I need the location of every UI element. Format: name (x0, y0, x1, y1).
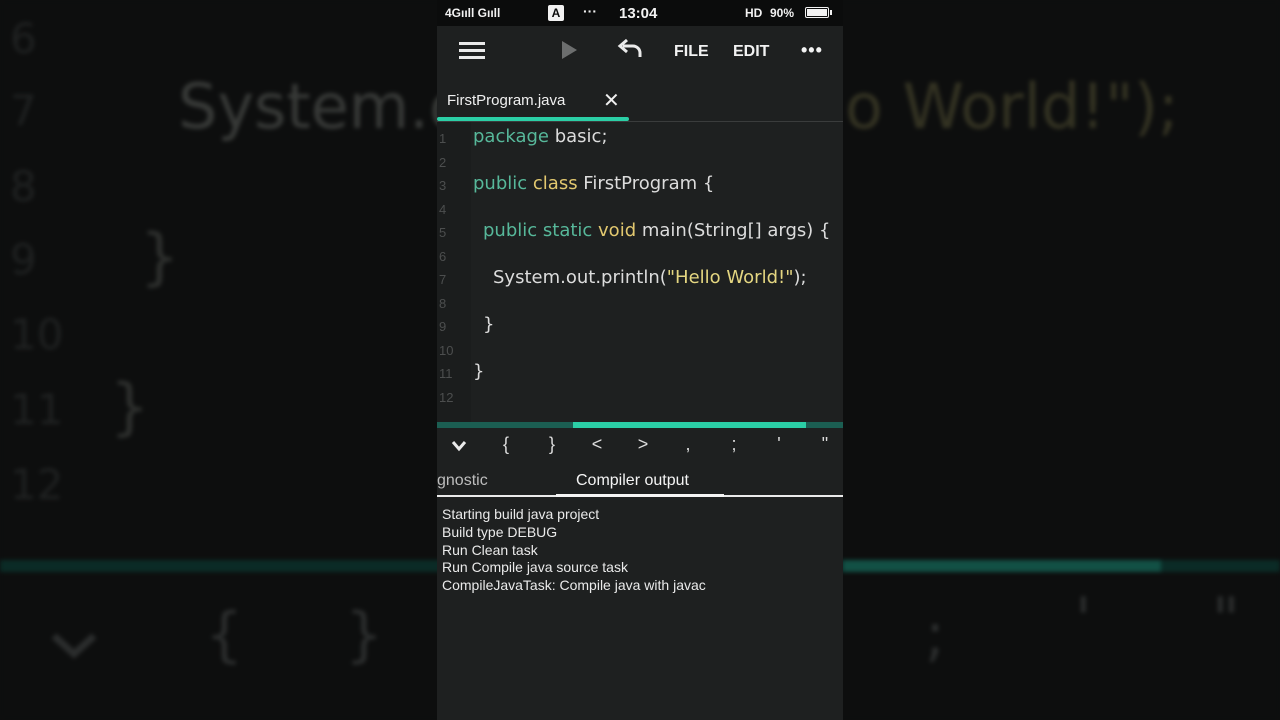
line-number: 2 (439, 155, 447, 170)
output-line: Run Clean task (442, 542, 538, 558)
close-tab-icon[interactable]: ✕ (603, 88, 620, 113)
symbol-bar: { } < > , ; ' " (437, 428, 843, 464)
line-number: 12 (439, 390, 454, 405)
line-number: 4 (439, 202, 447, 217)
symbol-key[interactable]: { (491, 434, 521, 455)
play-icon[interactable] (562, 41, 577, 59)
clock: 13:04 (619, 5, 658, 22)
compiler-output-panel: Starting build java project Build type D… (437, 497, 843, 720)
output-line: Run Compile java source task (442, 559, 628, 575)
output-line: Starting build java project (442, 506, 600, 522)
app-notification-icon: A (548, 5, 564, 21)
battery-percent: 90% (770, 6, 795, 20)
line-number: 8 (439, 296, 447, 311)
hd-indicator: HD (745, 6, 763, 20)
output-line: Build type DEBUG (442, 524, 558, 540)
code-line: } (473, 361, 485, 382)
symbol-key[interactable]: > (628, 434, 658, 455)
code-line: public class FirstProgram { (473, 173, 715, 194)
line-number: 3 (439, 178, 447, 193)
line-number: 6 (439, 249, 447, 264)
tab-diagnostic[interactable]: gnostic (437, 472, 488, 490)
code-line: } (483, 314, 495, 335)
edit-menu-button[interactable]: EDIT (733, 43, 769, 61)
line-number: 7 (439, 272, 447, 287)
symbol-key[interactable]: ; (719, 434, 749, 455)
phone-screen: 4Gııll Gııll A ··· 13:04 HD 90% FILE EDI… (437, 0, 843, 720)
code-editor[interactable]: 1 package basic; 2 3 public class FirstP… (437, 122, 843, 422)
chevron-down-icon[interactable] (451, 439, 467, 452)
code-line: System.out.println("Hello World!"); (493, 267, 807, 288)
output-tabs: gnostic Compiler output (437, 464, 843, 497)
line-number: 5 (439, 225, 447, 240)
symbol-key[interactable]: } (537, 434, 567, 455)
file-tab-bar: FirstProgram.java ✕ (437, 76, 843, 122)
undo-icon[interactable] (615, 37, 645, 65)
signal-indicator: 4Gııll Gııll (445, 6, 501, 20)
toolbar: FILE EDIT ••• (437, 26, 843, 76)
symbol-key[interactable]: ' (764, 434, 794, 455)
more-notifications-icon: ··· (583, 3, 597, 19)
active-tab-indicator (437, 117, 629, 121)
symbol-key[interactable]: < (582, 434, 612, 455)
line-number: 11 (439, 366, 453, 381)
menu-icon[interactable] (459, 42, 485, 60)
battery-icon (805, 7, 832, 18)
line-number: 9 (439, 319, 447, 334)
output-line: CompileJavaTask: Compile java with javac (442, 577, 706, 593)
file-menu-button[interactable]: FILE (674, 43, 709, 61)
status-bar: 4Gııll Gııll A ··· 13:04 HD 90% (437, 0, 843, 26)
line-number: 10 (439, 343, 454, 358)
more-icon[interactable]: ••• (801, 40, 823, 61)
symbol-key[interactable]: , (673, 434, 703, 455)
symbol-key[interactable]: " (810, 434, 840, 455)
code-line: public static void main(String[] args) { (483, 220, 831, 241)
tab-compiler-output[interactable]: Compiler output (576, 472, 689, 490)
code-line: package basic; (473, 126, 608, 147)
line-number: 1 (439, 131, 447, 146)
tab-firstprogram[interactable]: FirstProgram.java (447, 92, 565, 109)
